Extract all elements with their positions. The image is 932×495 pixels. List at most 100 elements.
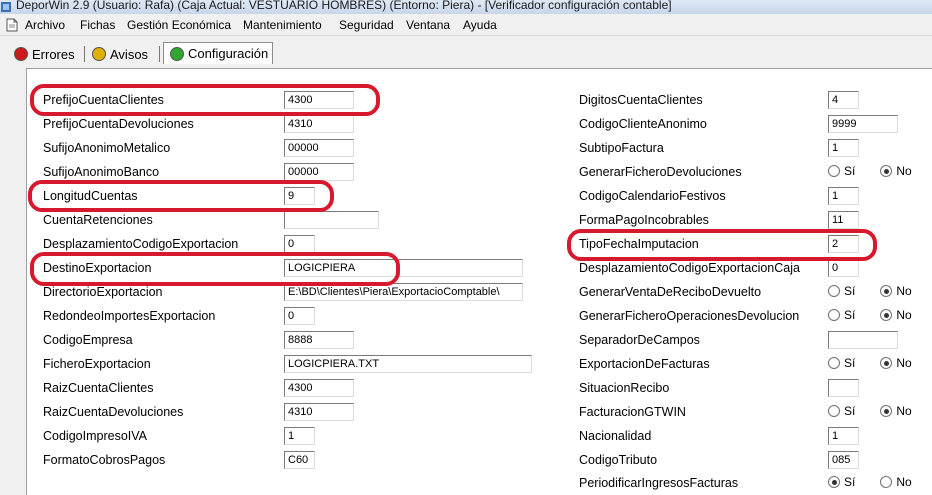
longitud-cuentas-input[interactable]: 9 [284,187,315,205]
situacion-recibo-input[interactable] [828,379,859,397]
radio-label: No [896,475,912,489]
app-icon [1,2,11,12]
title-bar: DeporWin 2.9 (Usuario: Rafa) (Caja Actua… [0,0,932,14]
radio-button[interactable] [880,309,893,321]
generar-fichero-devoluciones-radio-group: Sí No [828,164,912,178]
field-label: TipoFechaImputacion [579,237,699,251]
tab-configuracion[interactable]: Configuración [163,42,274,64]
field-label: FacturacionGTWIN [579,405,686,419]
radio-button[interactable] [828,476,840,488]
directorio-exportacion-input[interactable]: E:\BD\Clientes\Piera\ExportacioComptable… [284,283,523,301]
fichero-exportacion-input[interactable]: LOGICPIERA.TXT [284,355,532,373]
menu-ayuda[interactable]: Ayuda [463,18,497,32]
radio-button[interactable] [880,405,893,417]
radio-option-no[interactable]: No [880,164,912,178]
radio-button[interactable] [880,285,893,297]
separador-de-campos-input[interactable] [828,331,898,349]
generar-venta-recibo-devuelto-radio-group: Sí No [828,284,912,298]
field-label: SubtipoFactura [579,141,664,155]
field-label: PrefijoCuentaClientes [43,93,164,107]
menu-seguridad[interactable]: Seguridad [339,18,394,32]
codigo-impreso-iva-input[interactable]: 1 [284,427,315,445]
radio-option-no[interactable]: No [880,284,912,298]
radio-button[interactable] [828,405,840,417]
radio-button[interactable] [880,476,893,488]
raiz-cuenta-devoluciones-input[interactable]: 4310 [284,403,354,421]
radio-button[interactable] [828,285,840,297]
radio-label: Sí [844,475,856,489]
formato-cobros-pagos-input[interactable]: C60 [284,451,315,469]
radio-label: No [896,308,912,322]
tab-errores[interactable]: Errores [14,44,75,64]
tab-separator [159,46,160,62]
document-icon[interactable] [6,18,18,32]
tab-label: Avisos [110,46,149,62]
tab-label: Configuración [188,46,269,61]
field-label: Nacionalidad [579,429,652,443]
radio-option-si[interactable]: Sí [828,308,855,322]
yellow-status-icon [92,47,106,61]
generar-fichero-operaciones-devolucion-radio-group: Sí No [828,308,912,322]
tipo-fecha-imputacion-input[interactable]: 2 [828,235,859,253]
exportacion-de-facturas-radio-group: Sí No [828,356,912,370]
raiz-cuenta-clientes-input[interactable]: 4300 [284,379,354,397]
menu-bar: Archivo Fichas Gestión Económica Manteni… [0,14,932,36]
radio-button[interactable] [828,309,840,321]
field-label: FicheroExportacion [43,357,151,371]
radio-option-si[interactable]: Sí [828,475,855,489]
menu-gestion-economica[interactable]: Gestión Económica [127,18,231,32]
radio-label: Sí [844,356,856,370]
field-label: SeparadorDeCampos [579,333,700,347]
field-label: ExportacionDeFacturas [579,357,710,371]
redondeo-importes-exportacion-input[interactable]: 0 [284,307,315,325]
radio-option-si[interactable]: Sí [828,356,855,370]
cuenta-retenciones-input[interactable] [284,211,379,229]
tab-label: Errores [32,46,75,62]
desplazamiento-codigo-exportacion-caja-input[interactable]: 0 [828,259,859,277]
field-label: CodigoCalendarioFestivos [579,189,726,203]
codigo-empresa-input[interactable]: 8888 [284,331,354,349]
radio-option-no[interactable]: No [880,356,912,370]
sufijo-anonimo-banco-input[interactable]: 00000 [284,163,354,181]
prefijo-cuenta-devoluciones-input[interactable]: 4310 [284,115,354,133]
field-label: FormatoCobrosPagos [43,453,166,467]
radio-button[interactable] [828,165,840,177]
codigo-cliente-anonimo-input[interactable]: 9999 [828,115,898,133]
menu-archivo[interactable]: Archivo [25,18,65,32]
codigo-calendario-festivos-input[interactable]: 1 [828,187,859,205]
menu-mantenimiento[interactable]: Mantenimiento [243,18,322,32]
field-label: SituacionRecibo [579,381,670,395]
menu-ventana[interactable]: Ventana [406,18,450,32]
radio-label: No [896,284,912,298]
sufijo-anonimo-metalico-input[interactable]: 00000 [284,139,354,157]
radio-option-si[interactable]: Sí [828,404,855,418]
radio-button[interactable] [880,357,893,369]
subtipo-factura-input[interactable]: 1 [828,139,859,157]
radio-option-si[interactable]: Sí [828,284,855,298]
field-label: CodigoTributo [579,453,658,467]
radio-button[interactable] [828,357,840,369]
radio-button[interactable] [880,165,893,177]
nacionalidad-input[interactable]: 1 [828,427,859,445]
menu-fichas[interactable]: Fichas [80,18,115,32]
forma-pago-incobrables-input[interactable]: 11 [828,211,859,229]
radio-label: Sí [844,284,856,298]
radio-option-no[interactable]: No [880,475,912,489]
radio-option-no[interactable]: No [880,308,912,322]
tab-avisos[interactable]: Avisos [92,44,148,64]
field-label: DigitosCuentaClientes [579,93,703,107]
green-status-icon [170,46,184,61]
desplazamiento-codigo-exportacion-input[interactable]: 0 [284,235,315,253]
field-label: CuentaRetenciones [43,213,153,227]
radio-label: Sí [844,404,856,418]
prefijo-cuenta-clientes-input[interactable]: 4300 [284,91,354,109]
codigo-tributo-input[interactable]: 085 [828,451,859,469]
radio-option-si[interactable]: Sí [828,164,855,178]
field-label: CodigoClienteAnonimo [579,117,707,131]
field-label: CodigoEmpresa [43,333,133,347]
destino-exportacion-input[interactable]: LOGICPIERA [284,259,523,277]
field-label: RaizCuentaClientes [43,381,154,395]
digitos-cuenta-clientes-input[interactable]: 4 [828,91,859,109]
radio-option-no[interactable]: No [880,404,912,418]
field-label: DesplazamientoCodigoExportacionCaja [579,261,800,275]
